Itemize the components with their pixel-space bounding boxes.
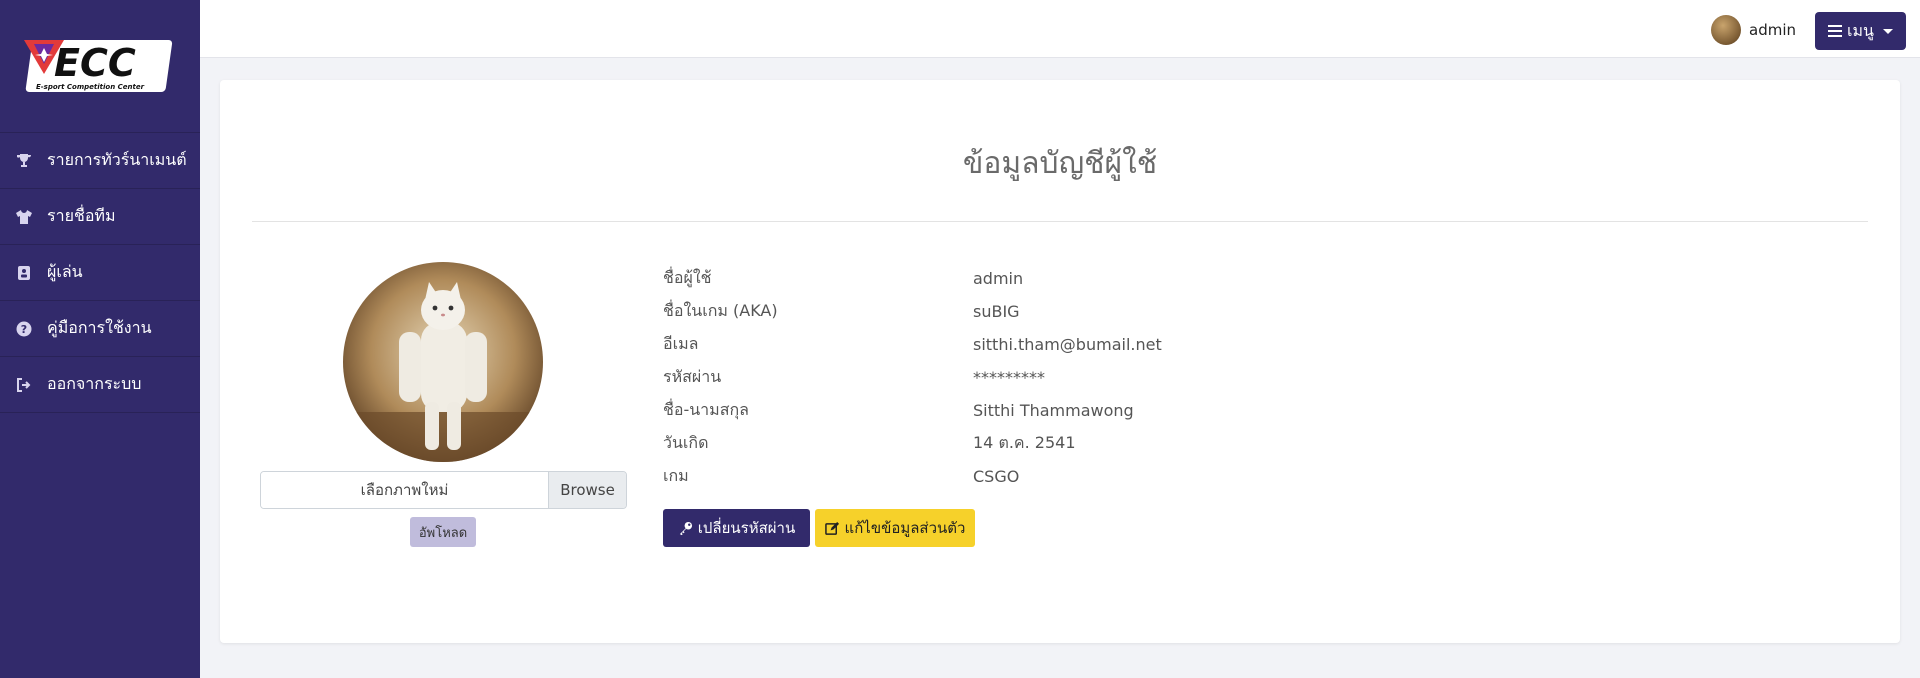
- edit-icon: [824, 521, 840, 536]
- sidebar-item-tournaments[interactable]: รายการทัวร์นาเมนต์: [0, 133, 200, 189]
- sidebar-item-players[interactable]: ผู้เล่น: [0, 245, 200, 301]
- menu-dropdown-button[interactable]: เมนู: [1815, 12, 1906, 50]
- change-password-button[interactable]: เปลี่ยนรหัสผ่าน: [663, 509, 810, 547]
- sidebar-item-label: คู่มือการใช้งาน: [47, 318, 152, 337]
- sidebar: ECC E-sport Competition Center รายการทัว…: [0, 0, 200, 678]
- trophy-icon: [15, 152, 33, 170]
- field-row-username: ชื่อผู้ใช้ admin: [663, 262, 1162, 295]
- top-bar: admin เมนู: [200, 0, 1920, 58]
- id-badge-icon: [15, 264, 33, 282]
- sidebar-item-label: รายชื่อทีม: [47, 206, 116, 225]
- field-row-birthdate: วันเกิด 14 ต.ค. 2541: [663, 427, 1162, 460]
- sidebar-item-teams[interactable]: รายชื่อทีม: [0, 189, 200, 245]
- avatar: [1711, 15, 1741, 45]
- profile-picture: [343, 262, 543, 462]
- divider: [252, 221, 1868, 222]
- question-circle-icon: ?: [15, 320, 33, 338]
- key-icon: [678, 521, 693, 536]
- ecc-logo[interactable]: ECC E-sport Competition Center: [0, 0, 200, 133]
- account-card: ข้อมูลบัญชีผู้ใช้ เลือกภาพใหม่ Browse อั…: [220, 80, 1900, 643]
- field-value: sitthi.tham@bumail.net: [973, 335, 1162, 354]
- logo-mark: ECC: [54, 41, 136, 85]
- field-label: รหัสผ่าน: [663, 367, 722, 386]
- svg-text:?: ?: [21, 323, 27, 336]
- sidebar-item-label: ผู้เล่น: [47, 262, 83, 281]
- sidebar-item-manual[interactable]: ? คู่มือการใช้งาน: [0, 301, 200, 357]
- field-value: Sitthi Thammawong: [973, 401, 1134, 420]
- field-label: ชื่อในเกม (AKA): [663, 301, 778, 320]
- username-label: admin: [1749, 21, 1796, 39]
- field-value: *********: [973, 368, 1045, 387]
- sidebar-item-label: รายการทัวร์นาเมนต์: [47, 150, 187, 169]
- field-value: 14 ต.ค. 2541: [973, 433, 1076, 452]
- user-profile-link[interactable]: admin: [1711, 15, 1796, 45]
- field-label: ชื่อ-นามสกุล: [663, 400, 749, 419]
- sidebar-item-label: ออกจากระบบ: [47, 374, 142, 393]
- field-label: เกม: [663, 466, 689, 485]
- field-row-aka: ชื่อในเกม (AKA) suBIG: [663, 295, 1162, 328]
- field-value: suBIG: [973, 302, 1020, 321]
- field-value: CSGO: [973, 467, 1020, 486]
- page-title: ข้อมูลบัญชีผู้ใช้: [962, 146, 1158, 181]
- field-row-password: รหัสผ่าน *********: [663, 361, 1162, 394]
- edit-profile-button[interactable]: แก้ไขข้อมูลส่วนตัว: [815, 509, 975, 547]
- logo-caption: E-sport Competition Center: [36, 83, 145, 91]
- field-row-fullname: ชื่อ-นามสกุล Sitthi Thammawong: [663, 394, 1162, 427]
- edit-profile-label: แก้ไขข้อมูลส่วนตัว: [844, 519, 966, 537]
- field-label: ชื่อผู้ใช้: [663, 268, 712, 287]
- file-input-label[interactable]: เลือกภาพใหม่: [261, 472, 548, 508]
- bars-icon: [1828, 25, 1843, 37]
- field-row-game: เกม CSGO: [663, 460, 1162, 493]
- file-chooser[interactable]: เลือกภาพใหม่ Browse: [260, 471, 627, 509]
- field-label: วันเกิด: [663, 433, 709, 452]
- field-label: อีเมล: [663, 334, 699, 353]
- sign-out-icon: [15, 376, 33, 394]
- profile-actions: เปลี่ยนรหัสผ่าน แก้ไขข้อมูลส่วนตัว: [663, 509, 975, 547]
- menu-label: เมนู: [1847, 20, 1874, 40]
- field-row-email: อีเมล sitthi.tham@bumail.net: [663, 328, 1162, 361]
- tshirt-icon: [15, 208, 33, 226]
- profile-info: ชื่อผู้ใช้ admin ชื่อในเกม (AKA) suBIG อ…: [663, 262, 1162, 493]
- sidebar-item-logout[interactable]: ออกจากระบบ: [0, 357, 200, 413]
- browse-button[interactable]: Browse: [548, 472, 626, 508]
- change-password-label: เปลี่ยนรหัสผ่าน: [697, 519, 796, 537]
- field-value: admin: [973, 269, 1024, 288]
- upload-button[interactable]: อัพโหลด: [410, 517, 476, 547]
- ecc-logo-image: ECC E-sport Competition Center: [24, 40, 173, 92]
- caret-down-icon: [1882, 28, 1893, 34]
